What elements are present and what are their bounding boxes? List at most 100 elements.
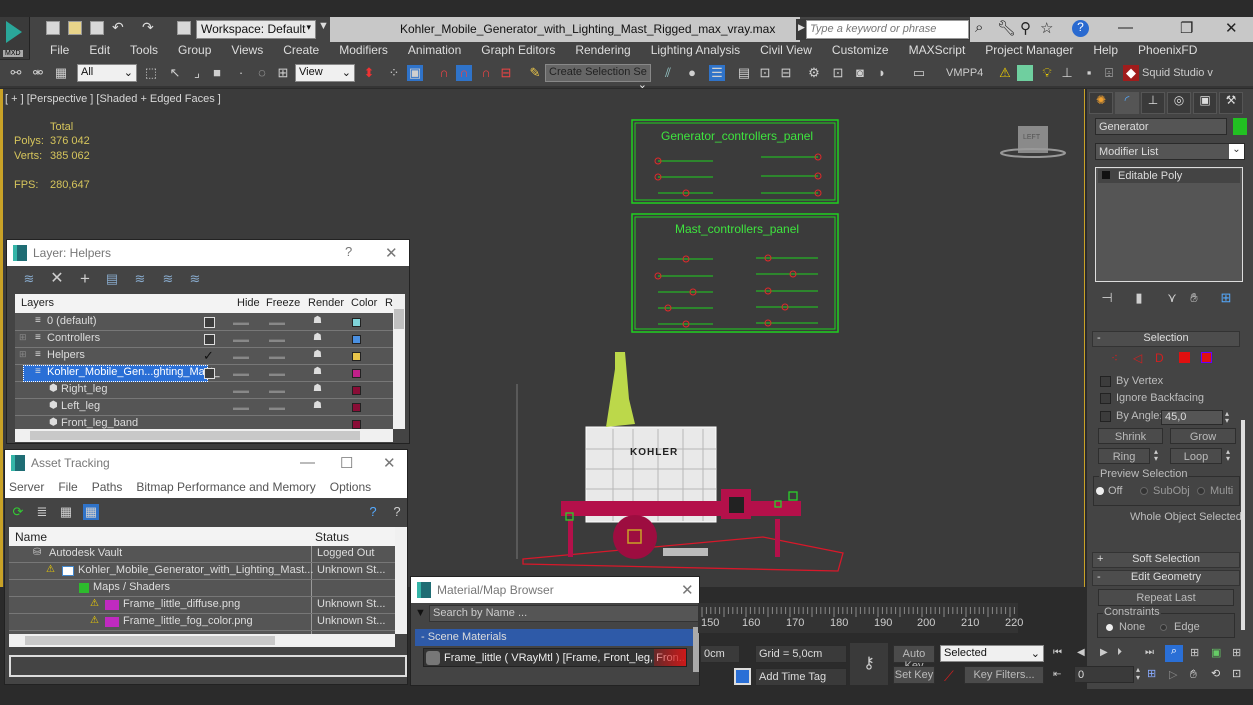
named-selection-sets-dropdown[interactable]: Create Selection Se ⌄ [545, 64, 651, 91]
layer-row[interactable]: ⊞ ≡ Helpers ✓ ▬▬ ▬▬ ☗ [15, 348, 393, 365]
vertex-mode-icon[interactable]: ⁖ [1111, 351, 1118, 365]
layer-row[interactable]: ⊞ ≡ Controllers ▬▬ ▬▬ ☗ [15, 331, 393, 348]
satellite-icon[interactable]: ⚲ [1020, 19, 1031, 37]
schematic-view-icon[interactable]: ⊟ [778, 65, 794, 81]
freeze-toggle[interactable]: ▬▬ [269, 403, 285, 412]
workspace-menu-icon[interactable]: ▼ [318, 20, 329, 32]
go-to-end-icon[interactable]: ⏭ [1145, 647, 1154, 658]
menu-lighting-analysis[interactable]: Lighting Analysis [641, 42, 750, 60]
menu-animation[interactable]: Animation [398, 42, 471, 60]
maximize-viewport-icon[interactable]: ⊡ [1232, 667, 1241, 680]
favorites-star-icon[interactable]: ☆ [1040, 19, 1053, 37]
scene-materials-group[interactable]: - Scene Materials [415, 629, 693, 646]
select-manipulate-icon[interactable]: ▣ [407, 65, 423, 81]
layer-color-swatch[interactable] [352, 335, 361, 344]
select-layer-objects-icon[interactable]: ▤ [104, 271, 120, 287]
object-color-swatch[interactable] [352, 420, 361, 429]
menu-maxscript[interactable]: MAXScript [899, 42, 976, 60]
close-icon[interactable]: ✕ [681, 581, 694, 599]
loop-spinner[interactable]: ▴ ▾ [1226, 448, 1230, 463]
hierarchy-tab-icon[interactable]: ⊥ [1141, 92, 1165, 114]
window-crossing-icon[interactable]: ■ [209, 65, 225, 81]
highlight-layer-icon[interactable]: ≋ [132, 271, 148, 287]
zoom-extents-icon[interactable]: ▣ [1211, 646, 1221, 659]
thumbnail-view-icon[interactable]: ▦ [58, 504, 74, 520]
layer-horizontal-scrollbar[interactable] [15, 429, 393, 442]
set-key-button[interactable]: Set Key [893, 666, 935, 684]
col-color[interactable]: Color [351, 297, 377, 309]
help-icon[interactable]: ? [1072, 20, 1089, 37]
asset-menu-paths[interactable]: Paths [92, 480, 123, 494]
edit-named-selection-icon[interactable]: ✎ [527, 65, 543, 81]
material-browser-titlebar[interactable]: Material/Map Browser ✕ [411, 577, 699, 603]
pan-hand-icon[interactable]: ✋︎ [1190, 667, 1197, 682]
active-layer-checkbox[interactable] [204, 334, 215, 345]
create-layer-icon[interactable]: ≋ [21, 271, 37, 287]
angle-value-input[interactable]: 45,0 [1161, 410, 1223, 425]
undo-icon[interactable]: ↶ [112, 19, 124, 36]
previous-frame-icon[interactable]: ◀︎ [1077, 647, 1085, 658]
hide-all-icon[interactable]: ≋ [160, 271, 176, 287]
percent-snap-icon[interactable]: ∩ [478, 65, 494, 81]
motion-tab-icon[interactable]: ◎ [1167, 92, 1191, 114]
menu-project-manager[interactable]: Project Manager [975, 42, 1083, 60]
play-icon[interactable]: ▶︎ [1100, 647, 1108, 658]
select-rotate-icon[interactable]: ◌ [254, 65, 270, 81]
unlink-icon[interactable]: ⚮ [30, 65, 46, 81]
layer-vertical-scrollbar[interactable] [393, 294, 405, 429]
modify-tab-icon[interactable]: ◜ [1115, 92, 1139, 114]
render-production-icon[interactable]: ◗ [874, 65, 890, 81]
material-item[interactable]: Frame_little ( VRayMtl ) [Frame, Front_l… [423, 648, 687, 667]
options-menu-icon[interactable]: ▼ [415, 607, 426, 619]
menu-help[interactable]: Help [1083, 42, 1128, 60]
field-of-view-icon[interactable]: ▷ [1169, 668, 1177, 681]
workspace-dropdown[interactable]: Workspace: Default ▾ [196, 20, 316, 39]
auto-key-button[interactable]: Auto Key [893, 645, 935, 672]
pin-stack-icon[interactable]: ⊣ [1099, 290, 1115, 306]
asset-vertical-scrollbar[interactable] [395, 527, 407, 634]
align-icon[interactable]: ● [684, 65, 700, 81]
active-layer-checkbox[interactable] [204, 317, 215, 328]
key-filters-button[interactable]: Key Filters... [964, 666, 1044, 684]
freeze-toggle[interactable]: ▬▬ [269, 335, 285, 344]
configure-sets-icon[interactable]: ⊞ [1218, 290, 1234, 306]
expand-search-icon[interactable]: ▶ [798, 22, 805, 33]
asset-row[interactable]: ⛁ Autodesk Vault Logged Out [9, 546, 395, 563]
freeze-toggle[interactable]: ▬▬ [269, 369, 285, 378]
asset-dialog-titlebar[interactable]: Asset Tracking — ☐ ✕ Server File Paths B… [5, 450, 407, 498]
col-name[interactable]: Name [15, 530, 47, 544]
freeze-toggle[interactable]: ▬▬ [269, 352, 285, 361]
freeze-all-icon[interactable]: ≋ [187, 271, 203, 287]
material-editor-icon[interactable]: ⚙ [806, 65, 822, 81]
col-freeze[interactable]: Freeze [266, 297, 300, 309]
angle-snap-icon[interactable]: ∩ [456, 65, 472, 81]
ring-spinner[interactable]: ▴ ▾ [1154, 448, 1158, 463]
menu-rendering[interactable]: Rendering [565, 42, 640, 60]
time-configuration-icon[interactable]: ⊞ [1147, 667, 1156, 680]
object-row[interactable]: ⬢ Right_leg ▬▬ ▬▬ ☗ [15, 382, 393, 399]
object-row[interactable]: ⬢ Left_leg ▬▬ ▬▬ ☗ [15, 399, 393, 416]
environment-icon[interactable] [1017, 65, 1033, 81]
select-move-icon[interactable]: · [233, 65, 249, 81]
asset-path-field[interactable] [9, 655, 407, 677]
light-bulb-icon[interactable]: 💡︎ [1039, 65, 1055, 81]
menu-group[interactable]: Group [168, 42, 221, 60]
render-teapot-icon[interactable]: ☗ [313, 349, 322, 360]
time-tag-toggle[interactable] [734, 668, 751, 685]
vray-icon[interactable]: ▭ [911, 65, 927, 81]
spinner-snap-icon[interactable]: ⊟ [498, 65, 514, 81]
help-icon[interactable]: ? [345, 244, 352, 259]
render-teapot-icon[interactable]: ☗ [313, 332, 322, 343]
render-setup-icon[interactable]: ⊡ [830, 65, 846, 81]
asset-menu-server[interactable]: Server [9, 480, 44, 494]
project-folder-icon[interactable] [177, 21, 191, 35]
col-status[interactable]: Status [315, 530, 349, 544]
bind-space-warp-icon[interactable]: ▦ [53, 65, 69, 81]
link-icon[interactable]: ⚯ [8, 65, 24, 81]
zoom-all-icon[interactable]: ⊞ [1190, 646, 1199, 659]
preview-multi-radio[interactable] [1197, 487, 1205, 495]
zoom-extents-all-icon[interactable]: ⊞ [1232, 646, 1241, 659]
utilities-tab-icon[interactable]: ⚒ [1219, 92, 1243, 114]
asset-row[interactable]: ⚠ Kohler_Mobile_Generator_with_Lighting_… [9, 563, 395, 580]
edge-mode-icon[interactable]: ◁ [1133, 351, 1142, 365]
